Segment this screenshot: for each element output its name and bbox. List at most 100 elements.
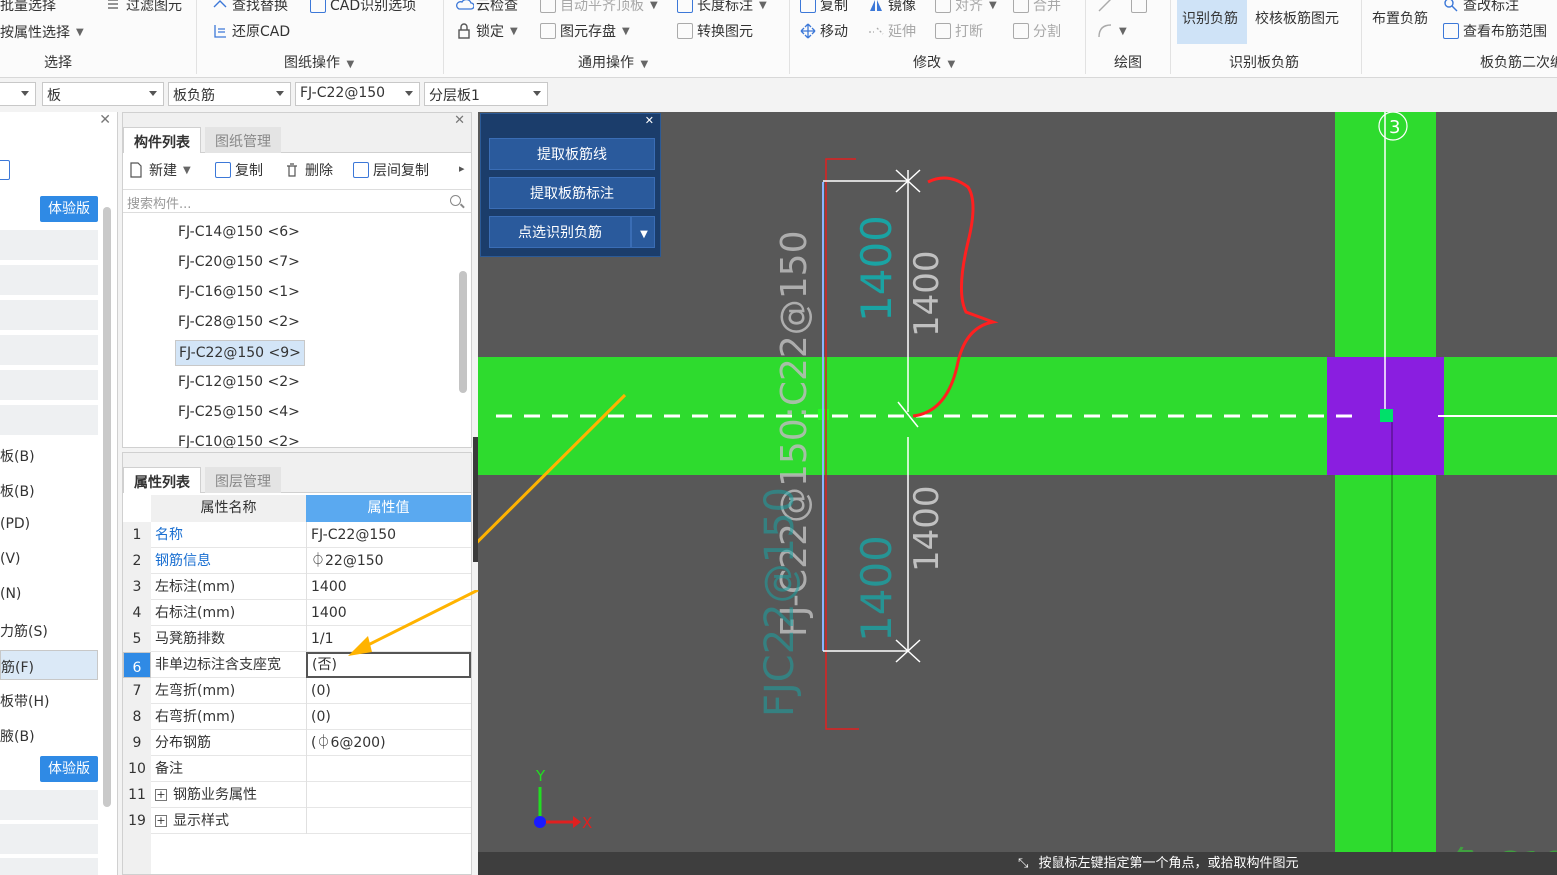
extend-button[interactable]: 延伸 xyxy=(868,20,916,42)
property-row[interactable]: 2 钢筋信息 ⏀22@150 xyxy=(123,548,471,574)
new-component-button[interactable]: 新建 ▼ xyxy=(129,160,191,180)
component-item[interactable]: FJ-C16@150 <1> xyxy=(175,280,303,306)
tree-item[interactable] xyxy=(0,405,98,435)
component-toolbar: 新建 ▼ 复制 删除 层间复制 ▸ xyxy=(123,160,471,186)
tab-layer-manager[interactable]: 图层管理 xyxy=(205,467,281,493)
tree-item[interactable] xyxy=(0,300,98,330)
close-icon[interactable]: ✕ xyxy=(454,113,465,128)
expand-icon[interactable]: + xyxy=(155,815,167,827)
search-input[interactable]: 搜索构件... xyxy=(123,189,471,213)
property-row[interactable]: 1 名称 FJ-C22@150 xyxy=(123,522,471,548)
subtype-select[interactable]: 板负筋 xyxy=(168,82,291,106)
property-row[interactable]: 7 左弯折(mm) (0) xyxy=(123,678,471,704)
align-button[interactable]: 对齐 ▼ xyxy=(935,0,997,16)
convert-element-button[interactable]: 转换图元 xyxy=(677,20,753,42)
filter-elements-button[interactable]: 过滤图元 xyxy=(106,0,182,16)
lock-button[interactable]: 锁定 ▼ xyxy=(456,20,518,42)
expand-icon[interactable]: + xyxy=(155,789,167,801)
tree-item[interactable]: 板带(H) xyxy=(0,685,98,715)
property-value[interactable]: (0) xyxy=(306,678,471,704)
close-icon[interactable]: ✕ xyxy=(99,112,111,128)
save-element-button[interactable]: 图元存盘 ▼ xyxy=(540,20,630,42)
component-item[interactable]: FJ-C25@150 <4> xyxy=(175,400,303,426)
tree-item-label: 腋(B) xyxy=(0,729,35,745)
copy-component-button[interactable]: 复制 xyxy=(215,160,263,180)
grip-point[interactable] xyxy=(1380,409,1393,422)
property-value[interactable]: ⏀22@150 xyxy=(306,548,471,574)
delete-component-button[interactable]: 删除 xyxy=(285,160,333,180)
type-select[interactable]: 板 xyxy=(42,82,164,106)
tab-property-list[interactable]: 属性列表 xyxy=(123,467,201,493)
property-value[interactable]: (⏀6@200) xyxy=(306,730,471,756)
tree-item[interactable] xyxy=(0,790,98,820)
floor-copy-button[interactable]: 层间复制 xyxy=(353,160,429,180)
component-item[interactable]: FJ-C20@150 <7> xyxy=(175,250,303,276)
tree-item[interactable]: 力筋(S) xyxy=(0,615,98,645)
property-row[interactable]: 19 + 显示样式 xyxy=(123,808,471,834)
tree-item[interactable] xyxy=(0,230,98,260)
property-row[interactable]: 9 分布钢筋 (⏀6@200) xyxy=(123,730,471,756)
cloud-check-button[interactable]: 云检查 xyxy=(456,0,518,16)
tree-item[interactable] xyxy=(0,335,98,365)
tree-item[interactable]: 腋(B) xyxy=(0,720,98,750)
move-button[interactable]: 移动 xyxy=(800,20,848,42)
tree-item[interactable]: 板(B) xyxy=(0,475,98,505)
check-neg-label: 校核板筋图元 xyxy=(1255,11,1339,27)
mirror-button[interactable]: 镜像 xyxy=(868,0,916,16)
search-icon[interactable] xyxy=(450,195,461,206)
property-row[interactable]: 11 + 钢筋业务属性 xyxy=(123,782,471,808)
tree-item[interactable]: 板(B) xyxy=(0,440,98,470)
batch-select-button[interactable]: 批量选择 xyxy=(0,0,56,16)
extract-line-button[interactable]: 提取板筋线 xyxy=(489,138,655,170)
tree-item[interactable] xyxy=(0,858,98,875)
component-item-selected[interactable]: FJ-C22@150 <9> xyxy=(175,340,305,366)
property-value[interactable]: (0) xyxy=(306,704,471,730)
close-icon[interactable]: ✕ xyxy=(645,114,654,127)
extract-mark-button[interactable]: 提取板筋标注 xyxy=(489,177,655,209)
tree-item[interactable] xyxy=(0,370,98,400)
more-icon[interactable]: ▸ xyxy=(459,162,465,175)
arc-tool-button[interactable]: ▼ xyxy=(1097,20,1127,42)
scrollbar[interactable] xyxy=(103,207,111,807)
property-row[interactable]: 8 右弯折(mm) (0) xyxy=(123,704,471,730)
copy-button[interactable]: 复制 xyxy=(800,0,848,16)
restore-cad-button[interactable]: 还原CAD xyxy=(212,20,290,42)
property-row[interactable]: 10 备注 xyxy=(123,756,471,782)
auto-level-button[interactable]: 自动平齐顶板 ▼ xyxy=(540,0,658,16)
select-by-attr-button[interactable]: 按属性选择 ▼ xyxy=(0,21,84,43)
property-value[interactable]: FJ-C22@150 xyxy=(306,522,471,548)
cad-options-button[interactable]: CAD识别选项 xyxy=(310,0,416,16)
property-value[interactable] xyxy=(306,756,471,782)
component-item[interactable]: FJ-C10@150 <2> xyxy=(175,430,303,448)
view-range-button[interactable]: 查看布筋范围 xyxy=(1443,20,1547,42)
layer-select[interactable]: 分层板1 xyxy=(424,82,548,106)
tree-item-selected[interactable]: 筋(F) xyxy=(0,650,98,680)
place-neg-button[interactable]: 布置负筋 xyxy=(1372,8,1428,28)
tree-item[interactable]: (V) xyxy=(0,545,98,575)
level-select[interactable] xyxy=(0,82,36,106)
col-header-value: 属性值 xyxy=(306,495,471,522)
find-mark-button[interactable]: 查改标注 xyxy=(1443,0,1519,16)
tree-item[interactable]: (N) xyxy=(0,580,98,610)
tab-component-list[interactable]: 构件列表 xyxy=(123,127,201,153)
length-mark-button[interactable]: 长度标注 ▼ xyxy=(677,0,767,16)
tab-drawing-manager[interactable]: 图纸管理 xyxy=(205,127,281,153)
scrollbar[interactable] xyxy=(459,271,467,393)
break-button[interactable]: 打断 xyxy=(935,20,983,42)
component-select[interactable]: FJ-C22@150 xyxy=(295,82,420,106)
component-item[interactable]: FJ-C28@150 <2> xyxy=(175,310,303,336)
pick-recognize-dropdown[interactable]: ▼ xyxy=(631,216,655,248)
tree-item[interactable]: (PD) xyxy=(0,510,98,540)
line-tool-button[interactable] xyxy=(1097,0,1147,16)
tree-item[interactable] xyxy=(0,265,98,295)
component-item[interactable]: FJ-C14@150 <6> xyxy=(175,220,303,246)
pick-recognize-button[interactable]: 点选识别负筋 xyxy=(489,216,631,248)
component-item[interactable]: FJ-C12@150 <2> xyxy=(175,370,303,396)
split-button[interactable]: 分割 xyxy=(1013,20,1061,42)
check-neg-button[interactable]: 校核板筋图元 xyxy=(1255,8,1339,28)
tree-toolbar-icon[interactable] xyxy=(0,160,10,180)
recognize-neg-button[interactable]: 识别负筋 xyxy=(1182,8,1238,28)
find-replace-button[interactable]: 查找替换 xyxy=(212,0,288,16)
merge-button[interactable]: 合并 xyxy=(1013,0,1061,16)
tree-item[interactable] xyxy=(0,824,98,854)
